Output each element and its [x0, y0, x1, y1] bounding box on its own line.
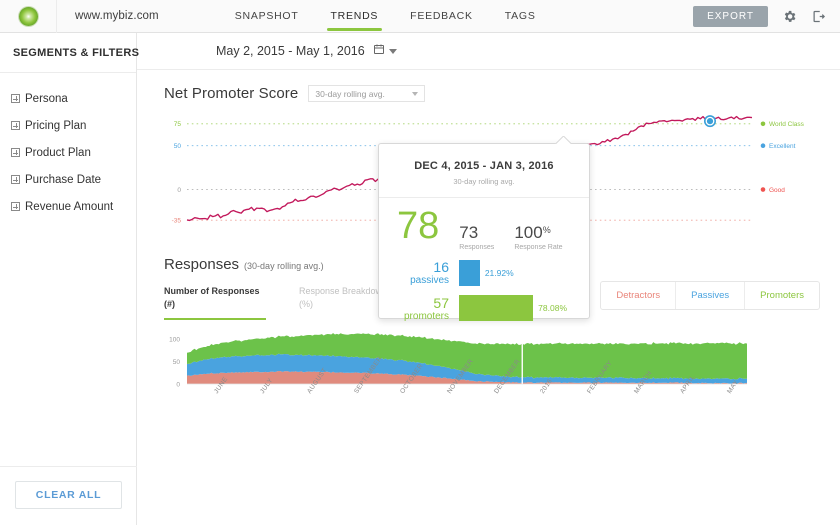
tooltip-header: DEC 4, 2015 - JAN 3, 2016 30-day rolling… [379, 144, 589, 198]
site-url-label: www.mybiz.com [75, 10, 159, 22]
gear-icon[interactable] [782, 9, 797, 24]
calendar-icon[interactable] [373, 42, 385, 60]
tooltip-nps-score: 78 [397, 205, 440, 247]
sidebar-footer: CLEAR ALL [0, 466, 137, 525]
tooltip-responses-label: Responses [459, 244, 495, 251]
date-range-label[interactable]: May 2, 2015 - May 1, 2016 [216, 44, 365, 58]
nps-y-axis-tick: 50 [174, 143, 182, 150]
tab-label: Number of Responses [164, 286, 260, 296]
tab-snapshot[interactable]: SNAPSHOT [219, 0, 315, 33]
tooltip-promoters-percent: 78.08% [538, 303, 568, 314]
tooltip-promoters-bar [459, 295, 534, 322]
tooltip-responses-value: 73 [459, 223, 479, 242]
responses-title: Responses [164, 256, 240, 273]
sidebar-item-purchase-date[interactable]: Purchase Date [0, 166, 136, 193]
plus-box-icon [11, 94, 20, 103]
sidebar-item-persona[interactable]: Persona [0, 85, 136, 112]
tooltip-passives-label: passives [410, 275, 449, 287]
tab-number-of-responses[interactable]: Number of Responses (#) [164, 285, 299, 321]
chevron-down-icon [412, 91, 419, 96]
top-navigation-bar: www.mybiz.com SNAPSHOT TRENDS FEEDBACK T… [0, 0, 840, 33]
nps-dropdown-value: 30-day rolling avg. [315, 88, 385, 99]
nps-benchmark-label: Excellent [769, 143, 796, 150]
date-range-bar: May 2, 2015 - May 1, 2016 [137, 33, 840, 70]
responses-subtitle: (30-day rolling avg.) [244, 261, 324, 271]
plus-box-icon [11, 148, 20, 157]
tooltip-arrow [555, 136, 571, 144]
sidebar-item-revenue-amount[interactable]: Revenue Amount [0, 193, 136, 220]
tooltip-subtitle: 30-day rolling avg. [453, 177, 515, 186]
response-segment-toggle-group: Detractors Passives Promoters [600, 281, 820, 310]
nps-y-axis-tick: 0 [177, 187, 181, 194]
sidebar-item-label: Revenue Amount [25, 200, 114, 213]
tab-feedback[interactable]: FEEDBACK [394, 0, 489, 33]
responses-month-axis: JUNE JULY AUGUST SEPTEMBER OCTOBER NOVEMBER DE… [137, 355, 840, 435]
tooltip-response-rate-label: Response Rate [514, 244, 563, 251]
nps-tooltip: DEC 4, 2015 - JAN 3, 2016 30-day rolling… [378, 143, 590, 322]
sidebar: SEGMENTS & FILTERS Persona Pricing Plan … [0, 33, 139, 525]
tooltip-promoters-label: promoters [403, 310, 449, 322]
clear-all-button[interactable]: CLEAR ALL [14, 481, 123, 509]
responses-area-chart: 0 50 100 JUNE JULY AUGUST SEPTEMBER OCTOBER NOV… [137, 326, 840, 436]
nps-benchmark-label: Good [769, 187, 785, 194]
tooltip-response-rate-value: 100 [514, 223, 543, 242]
sidebar-item-label: Product Plan [25, 146, 91, 159]
tooltip-stats-row: 78 73 Responses 100% Response Rate [379, 198, 589, 251]
sidebar-item-label: Pricing Plan [25, 119, 87, 132]
tooltip-responses-metric: 73 Responses [459, 223, 494, 251]
responses-y-axis-tick: 0 [176, 381, 180, 388]
app-root: www.mybiz.com SNAPSHOT TRENDS FEEDBACK T… [0, 0, 840, 525]
top-right-actions: EXPORT [693, 5, 840, 27]
segment-button-passives[interactable]: Passives [676, 282, 746, 309]
sidebar-item-label: Purchase Date [25, 173, 102, 186]
tooltip-passives-percent: 21.92% [484, 267, 514, 278]
plus-box-icon [11, 175, 20, 184]
plus-box-icon [11, 121, 20, 130]
sidebar-title: SEGMENTS & FILTERS [0, 33, 139, 73]
tab-sublabel: (#) [164, 299, 175, 310]
tab-trends[interactable]: TRENDS [315, 0, 395, 33]
sidebar-item-label: Persona [25, 92, 68, 105]
nps-benchmark-label: World Class [769, 121, 805, 128]
segment-button-detractors[interactable]: Detractors [601, 282, 677, 309]
segment-button-promoters[interactable]: Promoters [745, 282, 819, 309]
responses-y-axis-tick: 100 [169, 336, 180, 343]
tooltip-promoters-row: 57 promoters 78.08% [379, 295, 589, 323]
tooltip-percent-sign: % [542, 225, 551, 235]
logout-icon[interactable] [811, 9, 826, 24]
tooltip-date-range: DEC 4, 2015 - JAN 3, 2016 [414, 160, 554, 172]
tab-tags[interactable]: TAGS [489, 0, 552, 33]
export-button[interactable]: EXPORT [693, 5, 768, 27]
tooltip-passives-count: 16 [433, 259, 449, 275]
tooltip-promoters-count: 57 [433, 294, 449, 311]
nps-y-axis-tick: -35 [172, 218, 182, 225]
nps-title: Net Promoter Score [164, 85, 299, 102]
main-tabs: SNAPSHOT TRENDS FEEDBACK TAGS [219, 0, 552, 33]
sidebar-item-pricing-plan[interactable]: Pricing Plan [0, 112, 136, 139]
tooltip-passives-bar [459, 259, 480, 286]
sidebar-item-product-plan[interactable]: Product Plan [0, 139, 136, 166]
tooltip-response-rate-metric: 100% Response Rate [514, 223, 562, 251]
brand-logo[interactable] [0, 0, 57, 33]
chevron-down-icon[interactable] [388, 48, 397, 54]
plus-box-icon [11, 202, 20, 211]
sidebar-filter-list: Persona Pricing Plan Product Plan Purcha… [0, 73, 136, 220]
tooltip-passives-row: 16 passives 21.92% [379, 259, 589, 287]
nps-rolling-average-dropdown[interactable]: 30-day rolling avg. [308, 85, 426, 102]
nps-header: Net Promoter Score 30-day rolling avg. [137, 70, 840, 102]
responses-y-axis-tick: 50 [173, 359, 181, 366]
nps-highlight-point[interactable] [706, 118, 714, 125]
nps-y-axis-tick: 75 [174, 121, 182, 128]
brand-logo-icon [18, 6, 38, 26]
